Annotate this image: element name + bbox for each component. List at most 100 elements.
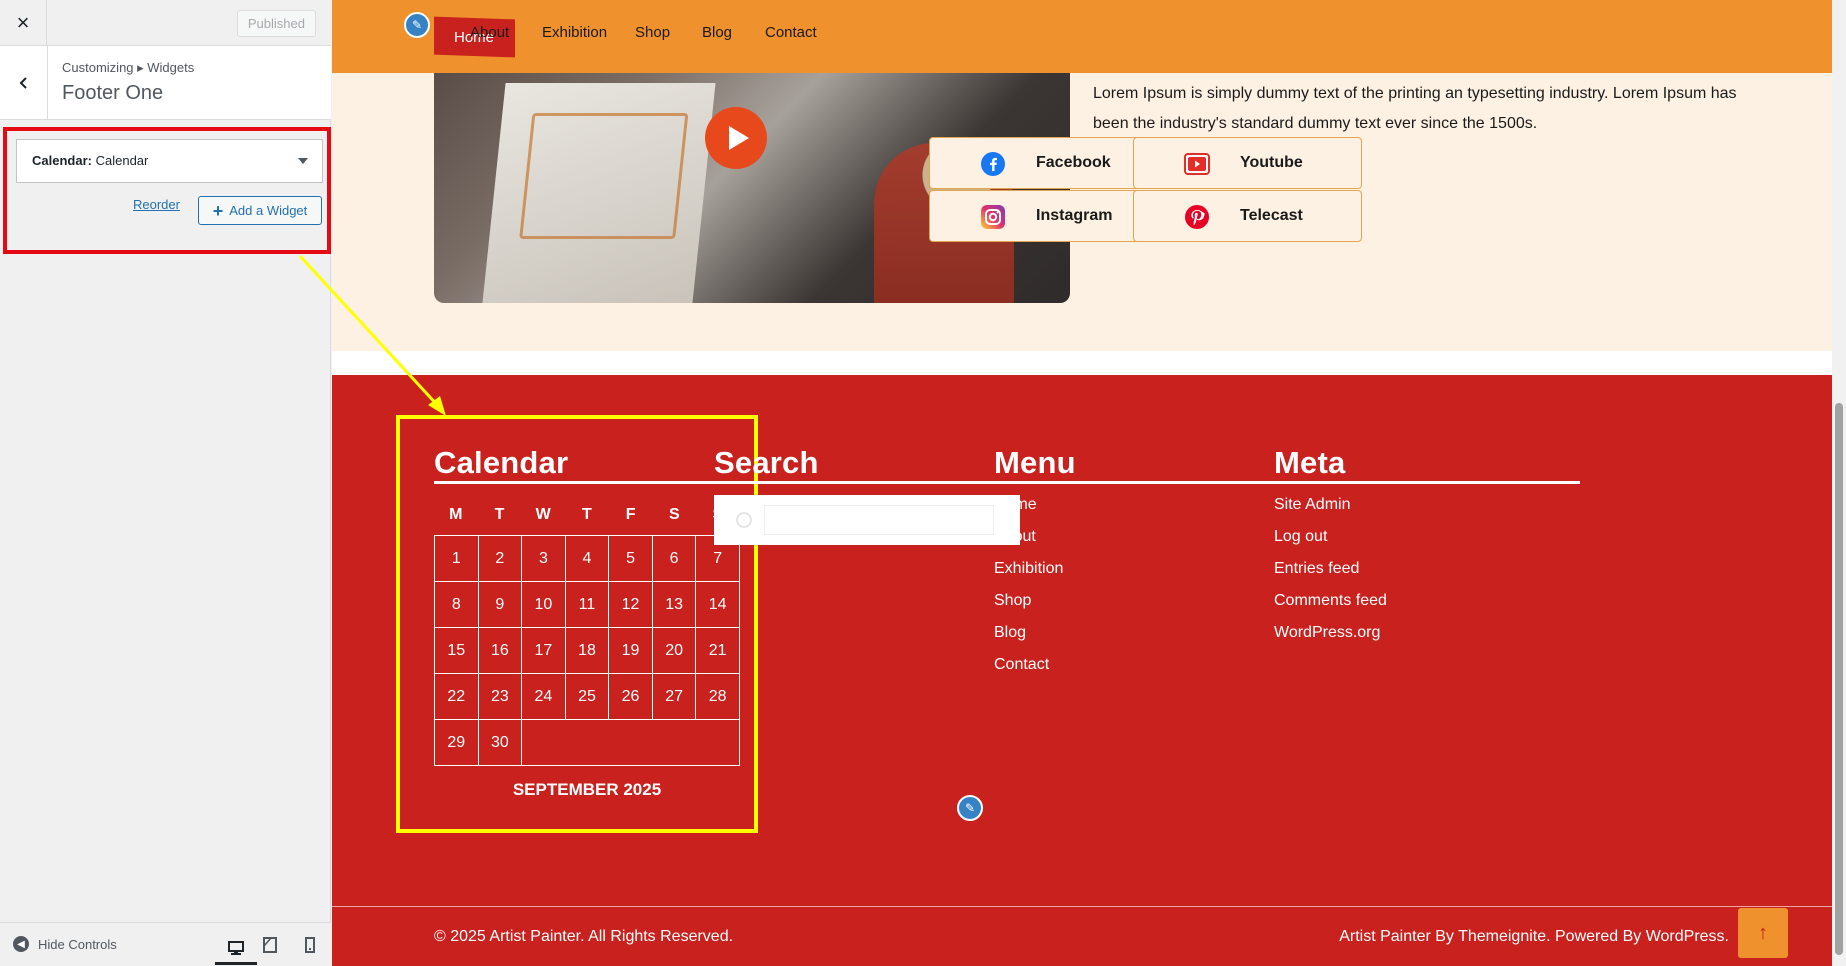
preview-scrollbar[interactable] xyxy=(1832,0,1846,966)
weekday-label: T xyxy=(494,506,505,523)
desktop-icon xyxy=(228,940,244,955)
mobile-preview-button[interactable] xyxy=(297,933,323,957)
hide-controls-label: Hide Controls xyxy=(38,936,117,952)
calendar-grid: 1 2 3 4 5 6 7 8 9 10 11 12 13 14 15 16 1… xyxy=(434,535,740,766)
footer-menu-link[interactable]: About xyxy=(994,528,1063,560)
customizer-header: × Published xyxy=(0,0,331,46)
footer-menu-link[interactable]: Shop xyxy=(994,592,1063,624)
search-widget-title: Search xyxy=(714,445,819,480)
youtube-button[interactable]: Youtube xyxy=(1133,137,1362,189)
calendar-day: 28 xyxy=(695,673,740,720)
nav-item-contact[interactable]: Contact xyxy=(765,24,817,41)
meta-link[interactable]: Entries feed xyxy=(1274,560,1387,592)
edit-shortcut-icon[interactable]: ✎ xyxy=(957,795,983,821)
meta-link[interactable]: WordPress.org xyxy=(1274,624,1387,656)
instagram-label: Instagram xyxy=(1036,207,1113,224)
footer-menu-link[interactable]: Contact xyxy=(994,656,1063,688)
calendar-widget-row[interactable]: Calendar: Calendar xyxy=(16,139,323,183)
play-icon[interactable] xyxy=(705,107,767,169)
youtube-icon xyxy=(1184,151,1210,177)
section-header: Customizing ▸ Widgets Footer One xyxy=(0,46,331,120)
calendar-week: 1 2 3 4 5 6 7 xyxy=(434,535,740,582)
calendar-day: 11 xyxy=(564,581,610,628)
widget-name: Calendar xyxy=(95,153,149,168)
calendar-day: 10 xyxy=(521,581,566,628)
weekday-label: T xyxy=(582,506,592,523)
calendar-day: 8 xyxy=(434,581,479,628)
widget-type: Calendar xyxy=(32,153,88,168)
search-input[interactable] xyxy=(764,505,994,535)
add-widget-label: Add a Widget xyxy=(229,203,308,218)
copyright-text: © 2025 Artist Painter. All Rights Reserv… xyxy=(434,928,734,945)
hero-description: Lorem Ipsum is simply dummy text of the … xyxy=(1093,85,1737,132)
reorder-link[interactable]: Reorder xyxy=(133,197,180,212)
weekday-label: S xyxy=(668,506,680,523)
calendar-day: 19 xyxy=(608,627,653,674)
tablet-preview-button[interactable] xyxy=(257,933,283,957)
footer-menu-list: Home About Exhibition Shop Blog Contact xyxy=(994,496,1063,688)
main-navigation: ✎ Home About Exhibition Shop Blog Contac… xyxy=(332,0,1832,73)
calendar-day: 30 xyxy=(477,719,523,766)
painting-canvas-image xyxy=(482,83,716,303)
facebook-icon xyxy=(980,151,1006,177)
meta-link[interactable]: Comments feed xyxy=(1274,592,1387,624)
instagram-icon xyxy=(980,204,1006,230)
site-preview: Lorem Ipsum is simply dummy text of the … xyxy=(332,0,1832,966)
meta-link[interactable]: Site Admin xyxy=(1274,496,1387,528)
calendar-day: 4 xyxy=(564,535,610,582)
nav-item-about[interactable]: About xyxy=(470,24,509,41)
back-button[interactable] xyxy=(0,46,48,120)
search-form xyxy=(714,495,1020,545)
calendar-day: 6 xyxy=(651,535,697,582)
scroll-to-top-button[interactable]: ↑ xyxy=(1738,908,1788,958)
footer-divider xyxy=(332,906,1832,907)
hide-controls-button[interactable]: ◀ Hide Controls xyxy=(13,936,117,952)
calendar-day: 24 xyxy=(521,673,566,720)
meta-title-underline xyxy=(1274,481,1580,484)
calendar-day: 25 xyxy=(564,673,610,720)
collapse-icon: ◀ xyxy=(13,936,29,952)
calendar-week: 15 16 17 18 19 20 21 xyxy=(434,627,740,674)
site-footer: Calendar M T W T F S S 1 2 3 4 5 6 7 8 9 xyxy=(332,375,1832,966)
mobile-icon xyxy=(305,937,315,953)
scrollbar-thumb[interactable] xyxy=(1835,403,1843,955)
weekday-label: M xyxy=(449,506,463,523)
instagram-button[interactable]: Instagram xyxy=(929,190,1158,242)
credit-text: Artist Painter By Themeignite. Powered B… xyxy=(1339,928,1729,945)
calendar-day: 5 xyxy=(608,535,653,582)
edit-shortcut-icon[interactable]: ✎ xyxy=(404,12,430,38)
add-widget-button[interactable]: + Add a Widget xyxy=(198,196,322,225)
footer-menu-link[interactable]: Exhibition xyxy=(994,560,1063,592)
nav-item-shop[interactable]: Shop xyxy=(635,24,670,41)
calendar-day: 9 xyxy=(477,581,523,628)
calendar-day: 14 xyxy=(695,581,740,628)
meta-widget-title: Meta xyxy=(1274,445,1346,480)
calendar-day: 13 xyxy=(651,581,697,628)
calendar-day: 15 xyxy=(434,627,479,674)
search-title-underline xyxy=(714,481,1020,484)
section-title: Footer One xyxy=(62,82,164,104)
weekday-label: F xyxy=(625,506,636,523)
facebook-button[interactable]: Facebook xyxy=(929,137,1158,189)
telecast-button[interactable]: Telecast xyxy=(1133,190,1362,242)
footer-menu-link[interactable]: Blog xyxy=(994,624,1063,656)
arrow-up-icon: ↑ xyxy=(1758,921,1768,944)
nav-item-exhibition[interactable]: Exhibition xyxy=(542,24,607,41)
calendar-day: 3 xyxy=(521,535,566,582)
search-icon xyxy=(736,512,752,528)
footer-menu-link[interactable]: Home xyxy=(994,496,1063,528)
calendar-month-label: SEPTEMBER 2025 xyxy=(512,780,662,799)
calendar-day: 16 xyxy=(477,627,523,674)
caret-down-icon[interactable] xyxy=(298,158,308,164)
published-button[interactable]: Published xyxy=(236,10,316,37)
menu-title-underline xyxy=(994,481,1300,484)
calendar-week: 22 23 24 25 26 27 28 xyxy=(434,673,740,720)
nav-item-blog[interactable]: Blog xyxy=(702,24,732,41)
calendar-week: 8 9 10 11 12 13 14 xyxy=(434,581,740,628)
close-customizer-button[interactable]: × xyxy=(0,0,47,46)
calendar-day: 17 xyxy=(521,627,566,674)
facebook-label: Facebook xyxy=(1036,154,1111,171)
desktop-preview-button[interactable] xyxy=(215,933,257,965)
meta-link[interactable]: Log out xyxy=(1274,528,1387,560)
calendar-day: 18 xyxy=(564,627,610,674)
